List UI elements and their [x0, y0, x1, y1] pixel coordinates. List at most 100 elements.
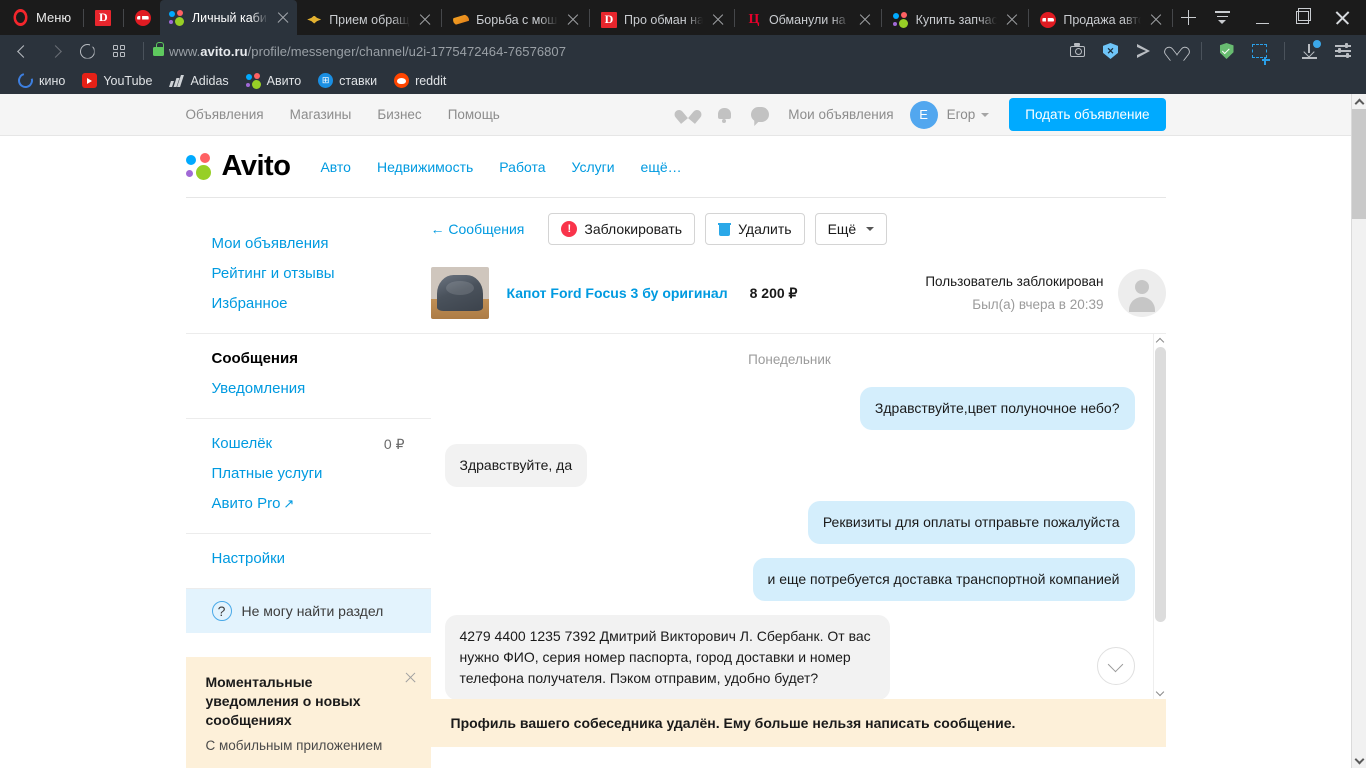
promo-banner: Моментальные уведомления о новых сообщен… [185, 657, 431, 768]
topbar-link-business[interactable]: Бизнес [377, 107, 421, 122]
close-icon[interactable] [857, 12, 873, 28]
bookmark-reddit[interactable]: reddit [386, 70, 454, 91]
page-content: Мои объявления Рейтинг и отзывы Избранно… [185, 198, 1167, 768]
page-scroll-up[interactable] [1352, 94, 1366, 109]
kino-icon [15, 70, 36, 91]
category-jobs[interactable]: Работа [499, 159, 545, 175]
page-scrollbar-thumb[interactable] [1352, 109, 1366, 219]
sidebar-item-settings[interactable]: Настройки [212, 544, 431, 574]
more-actions-button[interactable]: Ещё [814, 213, 888, 245]
bookmark-kino[interactable]: кино [10, 70, 73, 91]
avito-logo[interactable]: Avito [185, 150, 291, 183]
messages-button[interactable] [742, 94, 778, 136]
message-bubble-outgoing: Здравствуйте,цвет полуночное небо? [859, 387, 1135, 430]
block-user-button[interactable]: ! Заблокировать [548, 213, 696, 245]
wallet-balance: 0 ₽ [383, 435, 405, 452]
opera-menu-button[interactable]: Меню [0, 0, 81, 35]
item-price: 8 200 ₽ [749, 284, 798, 301]
new-tab-button[interactable] [1175, 0, 1202, 35]
bookmark-youtube[interactable]: YouTube [74, 70, 160, 91]
bookmark-avito[interactable]: Авито [238, 70, 310, 91]
vpn-button[interactable]: ✕ [1095, 37, 1126, 65]
downloads-button[interactable] [1294, 37, 1325, 65]
back-button[interactable] [8, 37, 38, 65]
close-window-button[interactable] [1322, 0, 1362, 35]
topbar-link-ads[interactable]: Объявления [186, 107, 264, 122]
screenshot-tool-button[interactable] [1244, 37, 1275, 65]
reload-icon [79, 43, 95, 59]
chevron-down-icon[interactable] [981, 112, 990, 117]
promo-subtitle: С мобильным приложением [205, 738, 383, 753]
sidebar-item-wallet[interactable]: Кошелёк [212, 429, 384, 459]
close-icon[interactable] [565, 12, 581, 28]
avatar[interactable]: E [909, 100, 938, 129]
sidebar-item-avito-pro[interactable]: Авито Pro [212, 489, 281, 519]
close-icon[interactable] [417, 12, 433, 28]
sidebar-group-3: Кошелёк 0 ₽ Платные услуги Авито Pro ↗ [185, 419, 431, 534]
maximize-button[interactable] [1282, 0, 1322, 35]
chevron-down-list-icon [1214, 11, 1230, 24]
delete-chat-button[interactable]: Удалить [705, 213, 805, 245]
tab-list-button[interactable] [1202, 0, 1242, 35]
chat-scrollbar[interactable] [1152, 334, 1167, 699]
category-more[interactable]: ещё… [641, 159, 682, 175]
address-bar[interactable]: www.avito.ru/profile/messenger/channel/u… [169, 44, 566, 59]
item-title-link[interactable]: Капот Ford Focus 3 бу оригинал [507, 285, 728, 301]
page-scrollbar[interactable] [1351, 94, 1366, 768]
browser-tab-6[interactable]: Продажа автом [1031, 4, 1170, 35]
scroll-down-arrow[interactable] [1154, 686, 1167, 699]
scrollbar-thumb[interactable] [1154, 347, 1166, 622]
tab-title: Продажа автом [1063, 12, 1141, 27]
message-row: Здравствуйте,цвет полуночное небо? [445, 387, 1135, 430]
browser-tab-3[interactable]: D Про обман на A [592, 4, 732, 35]
sidebar-item-notifications[interactable]: Уведомления [212, 374, 431, 404]
sidebar-item-my-ads[interactable]: Мои объявления [212, 229, 431, 259]
bookmark-stavki[interactable]: ⊞ ставки [310, 70, 385, 91]
topbar-link-help[interactable]: Помощь [448, 107, 500, 122]
adblock-button[interactable] [1211, 37, 1242, 65]
close-icon[interactable] [275, 10, 291, 26]
snapshot-button[interactable] [1062, 37, 1093, 65]
favorites-button[interactable] [670, 94, 706, 136]
close-icon[interactable] [1148, 12, 1164, 28]
share-button[interactable] [1128, 37, 1159, 65]
reload-button[interactable] [72, 37, 102, 65]
post-ad-button[interactable]: Подать объявление [1009, 98, 1166, 131]
sidebar-item-favorites[interactable]: Избранное [212, 289, 431, 319]
page-scroll-down[interactable] [1352, 753, 1366, 768]
favorite-button[interactable] [1161, 37, 1192, 65]
scroll-to-bottom-button[interactable] [1096, 647, 1135, 685]
browser-tab-2[interactable]: Борьба с мошен [444, 4, 587, 35]
browser-tab-4[interactable]: Ц Обманули на ав [737, 4, 879, 35]
easy-setup-button[interactable] [1327, 37, 1358, 65]
my-ads-link[interactable]: Мои объявления [788, 107, 893, 122]
notifications-button[interactable] [706, 94, 742, 136]
category-auto[interactable]: Авто [320, 159, 351, 175]
speed-dial-button[interactable] [104, 37, 134, 65]
scroll-up-arrow[interactable] [1154, 334, 1167, 347]
pinned-tab-drom[interactable]: D [86, 0, 120, 35]
category-services[interactable]: Услуги [571, 159, 614, 175]
pinned-tab-drom-round[interactable] [125, 0, 159, 35]
tab-separator [734, 8, 735, 27]
browser-tab-0[interactable]: Личный кабине [159, 0, 298, 35]
category-realty[interactable]: Недвижимость [377, 159, 473, 175]
sidebar-item-paid-services[interactable]: Платные услуги [212, 459, 431, 489]
window-controls [1202, 0, 1366, 35]
browser-tab-1[interactable]: Прием обращен [297, 4, 439, 35]
sidebar-item-rating[interactable]: Рейтинг и отзывы [212, 259, 431, 289]
close-icon[interactable] [404, 671, 417, 684]
browser-tab-5[interactable]: Купить запчасти [884, 4, 1027, 35]
close-icon[interactable] [710, 12, 726, 28]
forward-button[interactable] [40, 37, 70, 65]
minimize-button[interactable] [1242, 0, 1282, 35]
sidebar-item-messages[interactable]: Сообщения [212, 344, 431, 374]
bookmark-adidas[interactable]: Adidas [161, 70, 236, 91]
close-icon[interactable] [1004, 12, 1020, 28]
back-to-messages-link[interactable]: ← Сообщения [431, 221, 525, 237]
topbar-link-shops[interactable]: Магазины [290, 107, 352, 122]
user-name[interactable]: Егор [947, 107, 976, 122]
item-thumbnail[interactable] [430, 267, 489, 319]
drom-icon [1040, 11, 1057, 28]
sidebar-item-help[interactable]: ? Не могу найти раздел [185, 589, 431, 633]
